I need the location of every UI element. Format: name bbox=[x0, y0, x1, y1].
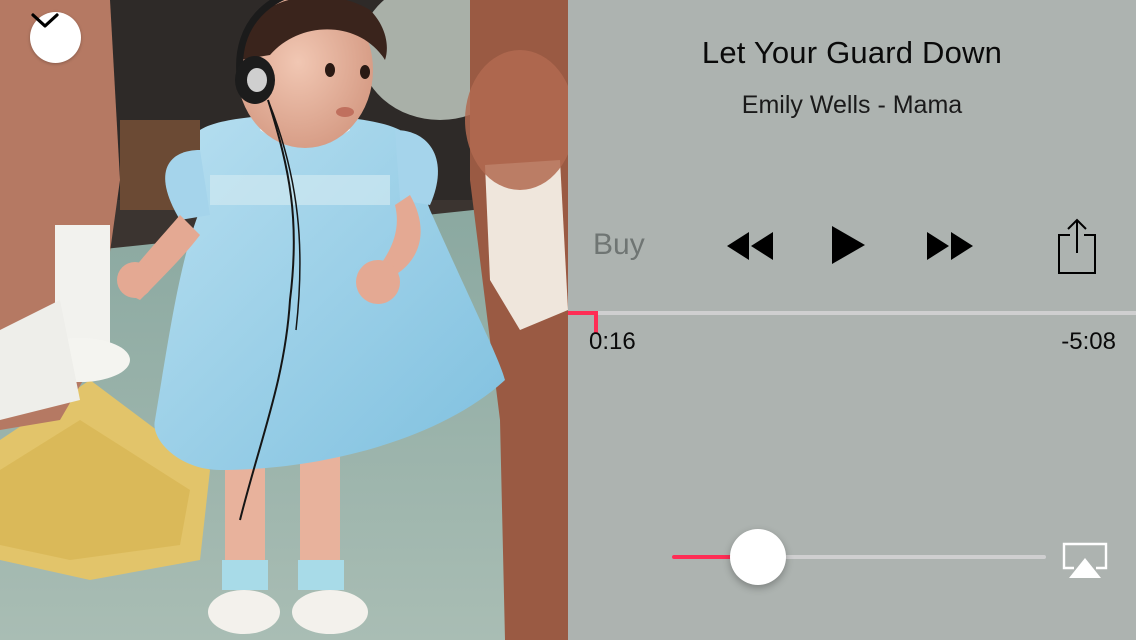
airplay-icon bbox=[1062, 542, 1108, 578]
track-title: Let Your Guard Down bbox=[701, 35, 1003, 70]
volume-slider-thumb[interactable] bbox=[730, 529, 786, 585]
play-button[interactable] bbox=[826, 222, 870, 268]
elapsed-time: 0:16 bbox=[589, 328, 636, 355]
remaining-time: -5:08 bbox=[1061, 328, 1116, 355]
rewind-icon bbox=[727, 232, 773, 260]
volume-slider[interactable] bbox=[672, 529, 1046, 585]
fast-forward-icon bbox=[927, 232, 973, 260]
collapse-button[interactable] bbox=[30, 12, 81, 63]
rewind-button[interactable] bbox=[720, 226, 780, 266]
play-icon bbox=[832, 226, 865, 264]
share-icon bbox=[1058, 218, 1096, 274]
chevron-down-icon bbox=[31, 13, 59, 28]
now-playing-panel: Let Your Guard Down Emily Wells - Mama B… bbox=[568, 0, 1136, 640]
playback-progress-fill bbox=[568, 311, 596, 315]
buy-button[interactable]: Buy bbox=[593, 228, 645, 262]
fast-forward-button[interactable] bbox=[920, 226, 980, 266]
airplay-button[interactable] bbox=[1062, 542, 1108, 582]
album-artwork bbox=[0, 0, 568, 640]
playback-scrubber[interactable] bbox=[568, 311, 1136, 333]
album-artwork-image bbox=[0, 0, 568, 640]
share-button[interactable] bbox=[1053, 215, 1101, 277]
track-subtitle: Emily Wells - Mama bbox=[741, 91, 963, 119]
